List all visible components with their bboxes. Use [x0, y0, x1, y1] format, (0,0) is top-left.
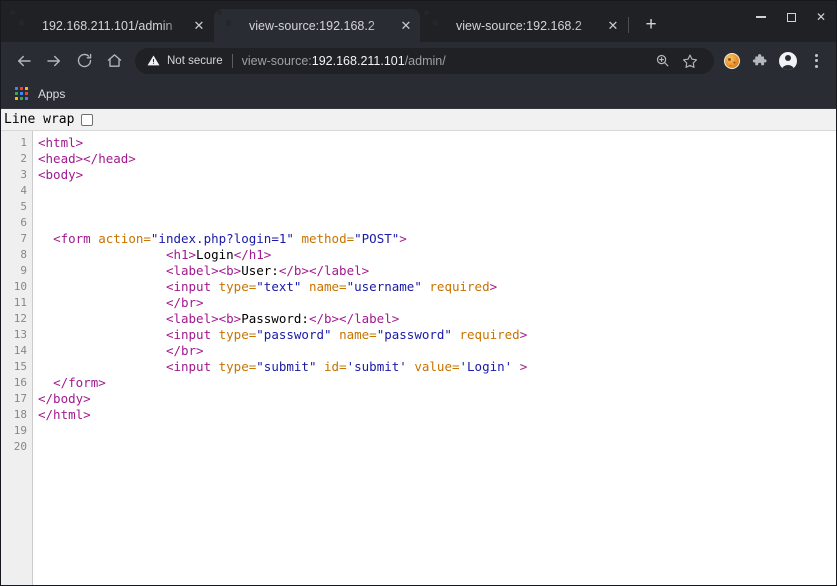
- line-number: 5: [20, 200, 27, 213]
- url-host: 192.168.211.101: [311, 53, 405, 68]
- code-line: <h1>Login</h1>: [165, 247, 272, 262]
- code-line: <input type="submit" id='submit' value='…: [165, 359, 528, 374]
- forward-arrow-icon[interactable]: [39, 46, 69, 76]
- line-number: 11: [13, 296, 27, 309]
- maximize-window-button[interactable]: [776, 1, 806, 33]
- code-line: </form>: [53, 375, 106, 390]
- puzzle-piece-icon[interactable]: [746, 47, 774, 75]
- browser-tab-2[interactable]: view-source:192.168.2 ✕: [214, 9, 420, 42]
- zoom-in-icon[interactable]: [648, 47, 676, 75]
- profile-avatar-icon[interactable]: [774, 47, 802, 75]
- address-bar[interactable]: Not secure view-source:192.168.211.101/a…: [135, 47, 714, 75]
- globe-icon: [431, 18, 447, 34]
- browser-window: 192.168.211.101/admin ✕ view-source:192.…: [0, 0, 837, 586]
- omnibox-divider: [231, 53, 233, 68]
- security-status-label: Not secure: [167, 54, 223, 67]
- url-text: view-source:192.168.211.101/admin/: [242, 54, 648, 68]
- code-line: <input type="text" name="username" requi…: [165, 279, 498, 294]
- omnibox-icons: [648, 47, 704, 75]
- page-viewport: Line wrap 1 2 3 4 5 6 7 8 9 10 11 12 13 14 15 16 17 18 19 2…: [1, 109, 836, 585]
- code-line: <label><b>Password:</b></label>: [165, 311, 400, 326]
- line-number: 4: [20, 184, 27, 197]
- line-wrap-checkbox[interactable]: [81, 113, 94, 126]
- line-number: 1: [20, 136, 27, 149]
- three-dot-menu-icon[interactable]: [802, 47, 830, 75]
- line-number: 14: [13, 344, 27, 357]
- globe-icon: [224, 18, 240, 34]
- code-line: <body>: [38, 167, 84, 182]
- line-number: 7: [20, 232, 27, 245]
- code-line: <label><b>User:</b></label>: [165, 263, 370, 278]
- tab-strip: 192.168.211.101/admin ✕ view-source:192.…: [1, 1, 836, 42]
- warning-triangle-icon: [147, 54, 160, 67]
- line-number-gutter: 1 2 3 4 5 6 7 8 9 10 11 12 13 14 15 16 17 18 19 20: [1, 131, 33, 585]
- line-number: 2: [20, 152, 27, 165]
- tab-title: 192.168.211.101/admin: [42, 18, 173, 33]
- reload-icon[interactable]: [69, 46, 99, 76]
- tab-separator: [628, 17, 629, 33]
- line-wrap-label: Line wrap: [4, 111, 75, 127]
- line-number: 19: [13, 424, 27, 437]
- source-code-lines: <html> <head></head> <body> <form action="…: [33, 131, 836, 585]
- line-number: 6: [20, 216, 27, 229]
- line-number: 9: [20, 264, 27, 277]
- url-prefix: view-source:: [241, 53, 312, 68]
- minimize-window-button[interactable]: [746, 1, 776, 33]
- tab-title: view-source:192.168.2: [456, 18, 582, 33]
- code-line: <input type="password" name="password" r…: [165, 327, 528, 342]
- home-icon[interactable]: [99, 46, 129, 76]
- line-number: 12: [13, 312, 27, 325]
- line-number: 3: [20, 168, 27, 181]
- code-line: </body>: [38, 391, 91, 406]
- browser-tab-1[interactable]: 192.168.211.101/admin ✕: [7, 9, 213, 42]
- code-line: </br>: [165, 295, 204, 310]
- line-number: 17: [13, 392, 27, 405]
- line-number: 18: [13, 408, 27, 421]
- bookmarks-bar: Apps: [1, 79, 836, 109]
- close-window-button[interactable]: ✕: [806, 1, 836, 33]
- tab-close-icon[interactable]: ✕: [191, 18, 207, 34]
- source-code-view[interactable]: 1 2 3 4 5 6 7 8 9 10 11 12 13 14 15 16 17 18 19 20 <html> <h…: [1, 131, 836, 585]
- code-line: <form action="index.php?login=1" method=…: [53, 231, 407, 246]
- globe-icon: [17, 18, 33, 34]
- tab-title: view-source:192.168.2: [249, 18, 375, 33]
- browser-tab-3[interactable]: view-source:192.168.2 ✕: [421, 9, 627, 42]
- bookmark-label: Apps: [38, 86, 66, 101]
- cookie-icon[interactable]: [718, 47, 746, 75]
- back-arrow-icon[interactable]: [9, 46, 39, 76]
- window-controls: ✕: [746, 1, 836, 33]
- line-number: 15: [13, 360, 27, 373]
- line-number: 10: [13, 280, 27, 293]
- tab-close-icon[interactable]: ✕: [605, 18, 621, 34]
- line-number: 13: [13, 328, 27, 341]
- line-number: 16: [13, 376, 27, 389]
- code-line: </html>: [38, 407, 91, 422]
- code-line: <html>: [38, 135, 84, 150]
- line-number: 8: [20, 248, 27, 261]
- tab-close-icon[interactable]: ✕: [398, 18, 414, 34]
- browser-toolbar: Not secure view-source:192.168.211.101/a…: [1, 42, 836, 79]
- new-tab-button[interactable]: +: [637, 11, 665, 39]
- star-icon[interactable]: [676, 47, 704, 75]
- url-path: /admin/: [404, 53, 446, 68]
- code-line: </br>: [165, 343, 204, 358]
- line-wrap-bar: Line wrap: [1, 109, 836, 131]
- apps-grid-icon: [15, 86, 29, 101]
- line-number: 20: [13, 440, 27, 453]
- bookmark-item-apps[interactable]: Apps: [12, 83, 73, 105]
- code-line: <head></head>: [38, 151, 136, 166]
